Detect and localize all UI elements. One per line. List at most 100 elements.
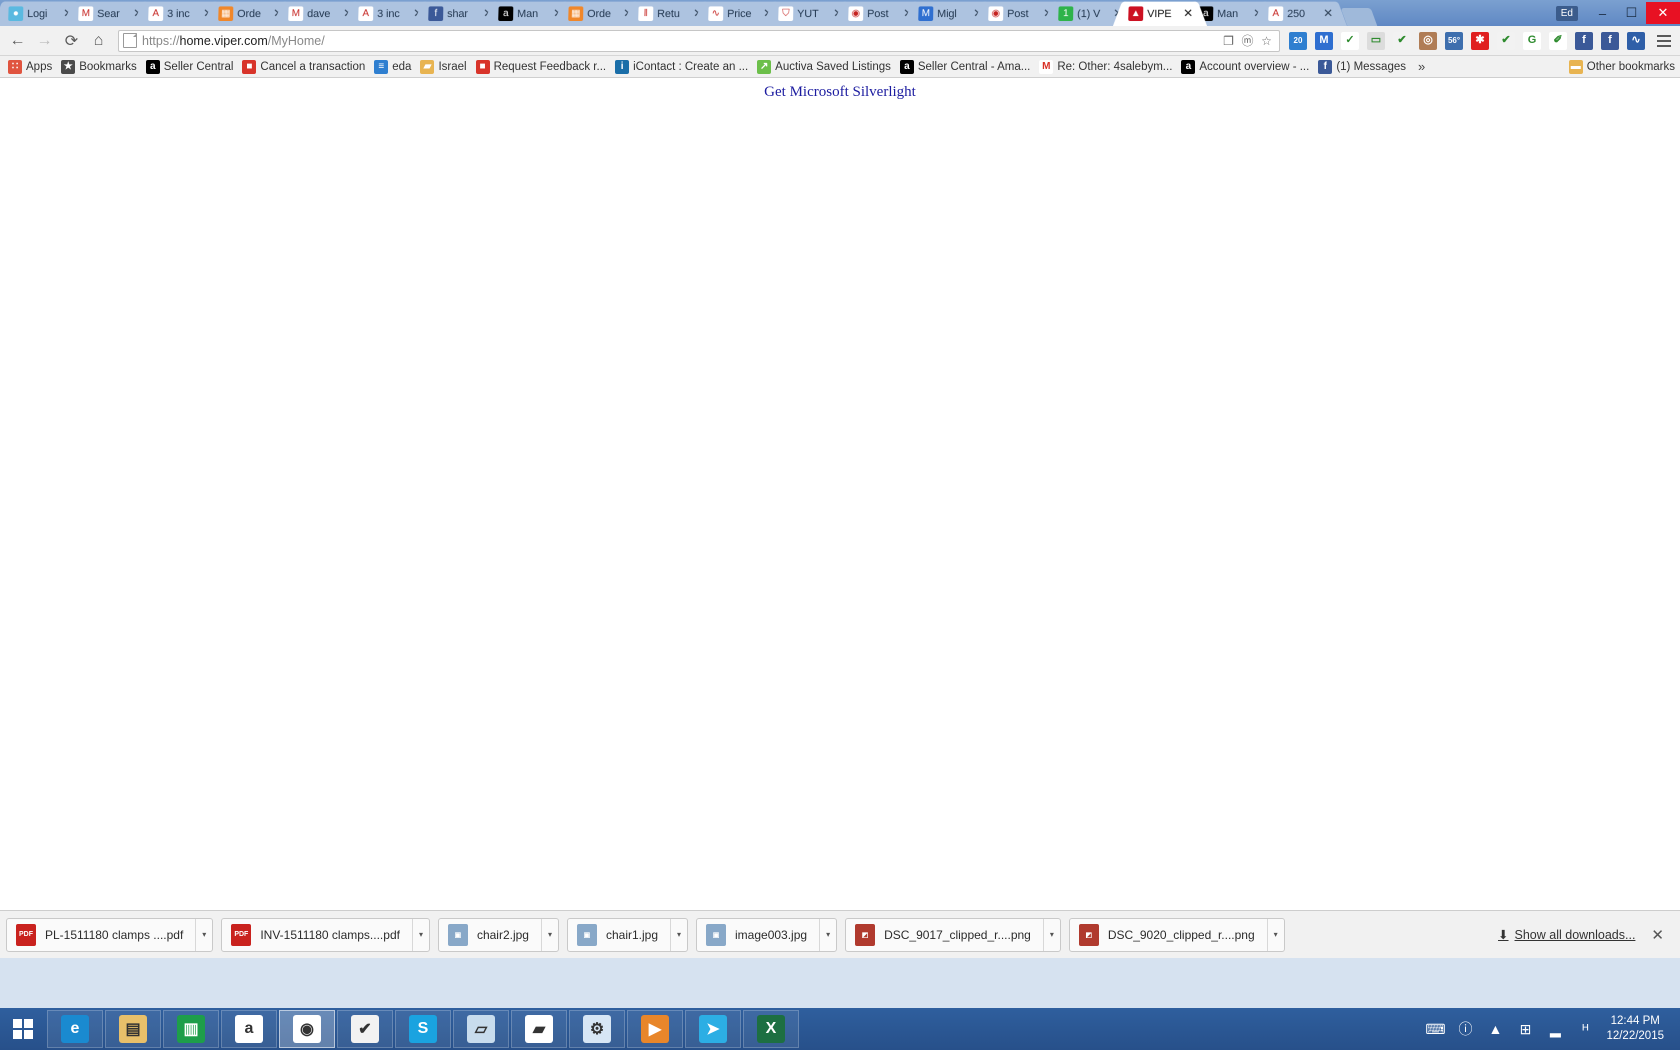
download-item-6[interactable]: ◩ DSC_9020_clipped_r....png ▾ xyxy=(1068,917,1285,952)
adblock-icon[interactable]: ⓜ xyxy=(1239,32,1256,49)
bookmark-item-12[interactable]: f (1) Messages xyxy=(1315,58,1411,76)
download-item-2[interactable]: ▣ chair2.jpg ▾ xyxy=(437,917,559,952)
address-bar[interactable]: https://home.viper.com/MyHome/ ❐ ⓜ ☆ xyxy=(118,29,1280,52)
download-open-area[interactable]: ▣ chair2.jpg xyxy=(439,919,541,951)
browser-tab-16[interactable]: ▲ VIPE ✕ xyxy=(1122,1,1198,26)
close-window-button[interactable]: ✕ xyxy=(1646,2,1680,24)
paint-extension-icon[interactable]: ✐ xyxy=(1546,30,1570,52)
internet-explorer-taskbar-icon[interactable]: e xyxy=(47,1010,103,1048)
bookmark-item-7[interactable]: i iContact : Create an ... xyxy=(612,58,753,76)
other-bookmarks-folder[interactable]: ▬ Other bookmarks xyxy=(1568,59,1675,74)
instagram-extension-icon[interactable]: ◎ xyxy=(1416,30,1440,52)
download-menu-button[interactable]: ▾ xyxy=(1042,918,1060,951)
volume-tray-icon[interactable]: ᴴ xyxy=(1570,1008,1600,1050)
control-panel-taskbar-icon[interactable]: ⚙ xyxy=(569,1010,625,1048)
show-hidden-tray-icon[interactable]: ▲ xyxy=(1480,1008,1510,1050)
messenger2-extension-icon[interactable]: ∿ xyxy=(1624,30,1648,52)
excel-taskbar-icon[interactable]: X xyxy=(743,1010,799,1048)
close-download-shelf-button[interactable]: ✕ xyxy=(1651,926,1664,944)
show-all-downloads-link[interactable]: ⬇ Show all downloads... xyxy=(1498,927,1636,943)
download-item-4[interactable]: ▣ image003.jpg ▾ xyxy=(696,917,838,952)
calendar-extension-icon[interactable]: 20 xyxy=(1286,30,1310,52)
dazzle-taskbar-icon[interactable]: ▰ xyxy=(511,1010,567,1048)
download-menu-button[interactable]: ▾ xyxy=(1266,918,1284,951)
download-item-0[interactable]: PDF PL-1511180 clamps ....pdf ▾ xyxy=(6,917,214,952)
media-player-taskbar-icon[interactable]: ▶ xyxy=(627,1010,683,1048)
download-menu-button[interactable]: ▾ xyxy=(670,918,687,951)
file-explorer-taskbar-icon[interactable]: ▤ xyxy=(105,1010,161,1048)
get-microsoft-silverlight-link[interactable]: Get Microsoft Silverlight xyxy=(0,84,1680,101)
reload-button[interactable]: ⟳ xyxy=(58,28,85,54)
bookmark-item-3[interactable]: ■ Cancel a transaction xyxy=(239,58,370,76)
checkmark2-extension-icon[interactable]: ✔ xyxy=(1494,30,1518,52)
chrome-taskbar-icon[interactable]: ◉ xyxy=(279,1010,335,1048)
bookmark-item-8[interactable]: ↗ Auctiva Saved Listings xyxy=(754,58,896,76)
file-type-icon-png: ◩ xyxy=(855,923,876,946)
download-item-3[interactable]: ▣ chair1.jpg ▾ xyxy=(566,917,689,952)
spellcheck-extension-icon[interactable]: ✓ xyxy=(1338,30,1362,52)
download-open-area[interactable]: ▣ chair1.jpg xyxy=(568,919,670,951)
bookmark-item-11[interactable]: a Account overview - ... xyxy=(1178,58,1314,76)
amazon-taskbar-icon[interactable]: a xyxy=(221,1010,277,1048)
download-file-name: DSC_9020_clipped_r....png xyxy=(1107,927,1255,942)
facebook-extension-icon[interactable]: f xyxy=(1572,30,1596,52)
show-all-downloads-label: Show all downloads... xyxy=(1514,927,1636,942)
forward-button[interactable]: → xyxy=(31,28,58,54)
asterisk-extension-icon[interactable]: ✱ xyxy=(1468,30,1492,52)
bookmark-item-6[interactable]: ■ Request Feedback r... xyxy=(473,58,612,76)
grammarly-extension-icon[interactable]: G xyxy=(1520,30,1544,52)
extension-glyph: ✐ xyxy=(1549,31,1567,50)
download-open-area[interactable]: ◩ DSC_9017_clipped_r....png xyxy=(846,919,1043,951)
bookmark-item-0[interactable]: ∷ Apps xyxy=(5,58,57,76)
download-item-5[interactable]: ◩ DSC_9017_clipped_r....png ▾ xyxy=(845,917,1061,952)
bookmark-item-2[interactable]: a Seller Central xyxy=(143,58,239,76)
bookmark-item-4[interactable]: ≡ eda xyxy=(371,58,416,76)
facebook2-extension-icon[interactable]: f xyxy=(1598,30,1622,52)
notepad-taskbar-icon[interactable]: ▱ xyxy=(453,1010,509,1048)
mobile-view-icon[interactable]: ❐ xyxy=(1220,32,1237,49)
network-tray-icon[interactable]: ▂ xyxy=(1540,1008,1570,1050)
bookmark-item-1[interactable]: ★ Bookmarks xyxy=(58,58,142,76)
bookmark-item-5[interactable]: ▰ Israel xyxy=(417,58,471,76)
tab-close-button[interactable]: ✕ xyxy=(1322,6,1335,20)
file-type-icon-png: ◩ xyxy=(1078,923,1099,946)
tab-close-button[interactable]: ✕ xyxy=(1182,6,1195,20)
checkmark-extension-icon[interactable]: ✔ xyxy=(1390,30,1414,52)
new-tab-button[interactable] xyxy=(1340,8,1378,26)
windows-tray-icon[interactable]: ⊞ xyxy=(1510,1008,1540,1050)
download-open-area[interactable]: ▣ image003.jpg xyxy=(697,919,819,951)
download-file-name: INV-1511180 clamps....pdf xyxy=(260,927,400,942)
telegram-taskbar-icon[interactable]: ➤ xyxy=(685,1010,741,1048)
user-profile-badge[interactable]: Ed xyxy=(1555,5,1578,21)
download-open-area[interactable]: PDF INV-1511180 clamps....pdf xyxy=(222,919,412,951)
info-tray-icon[interactable]: ⓘ xyxy=(1450,1008,1480,1050)
minimize-button[interactable]: – xyxy=(1588,2,1617,24)
bookmark-item-10[interactable]: M Re: Other: 4salebym... xyxy=(1036,58,1177,76)
messenger-extension-icon[interactable]: M xyxy=(1312,30,1336,52)
taskbar-clock[interactable]: 12:44 PM 12/22/2015 xyxy=(1600,1014,1674,1044)
bookmark-item-9[interactable]: a Seller Central - Ama... xyxy=(897,58,1035,76)
keyboard-tray-icon[interactable]: ⌨ xyxy=(1420,1008,1450,1050)
weather-extension-icon[interactable]: 56° xyxy=(1442,30,1466,52)
checkmark-taskbar-icon[interactable]: ✔ xyxy=(337,1010,393,1048)
taskbar-glyph: X xyxy=(757,1015,785,1043)
browser-window: ●Logi✕MSear✕A3 inc✕▦Orde✕Mdave✕A3 inc✕fs… xyxy=(0,0,1680,1008)
download-menu-button[interactable]: ▾ xyxy=(540,918,558,951)
bookmarks-overflow-button[interactable]: » xyxy=(1412,57,1431,76)
comment-extension-icon[interactable]: ▭ xyxy=(1364,30,1388,52)
home-button[interactable]: ⌂ xyxy=(85,28,112,54)
download-open-area[interactable]: PDF PL-1511180 clamps ....pdf xyxy=(7,919,195,951)
download-menu-button[interactable]: ▾ xyxy=(411,918,429,951)
browser-tab-18[interactable]: A 250 ✕ xyxy=(1262,1,1338,26)
skype-taskbar-icon[interactable]: S xyxy=(395,1010,451,1048)
store-taskbar-icon[interactable]: ▥ xyxy=(163,1010,219,1048)
download-item-1[interactable]: PDF INV-1511180 clamps....pdf ▾ xyxy=(221,917,430,952)
start-button[interactable] xyxy=(0,1008,46,1050)
chrome-menu-button[interactable] xyxy=(1652,29,1676,53)
maximize-button[interactable]: ☐ xyxy=(1617,2,1646,24)
bookmark-star-icon[interactable]: ☆ xyxy=(1258,32,1275,49)
download-open-area[interactable]: ◩ DSC_9020_clipped_r....png xyxy=(1070,919,1267,951)
download-menu-button[interactable]: ▾ xyxy=(195,918,212,951)
back-button[interactable]: ← xyxy=(4,28,31,54)
download-menu-button[interactable]: ▾ xyxy=(819,918,836,951)
